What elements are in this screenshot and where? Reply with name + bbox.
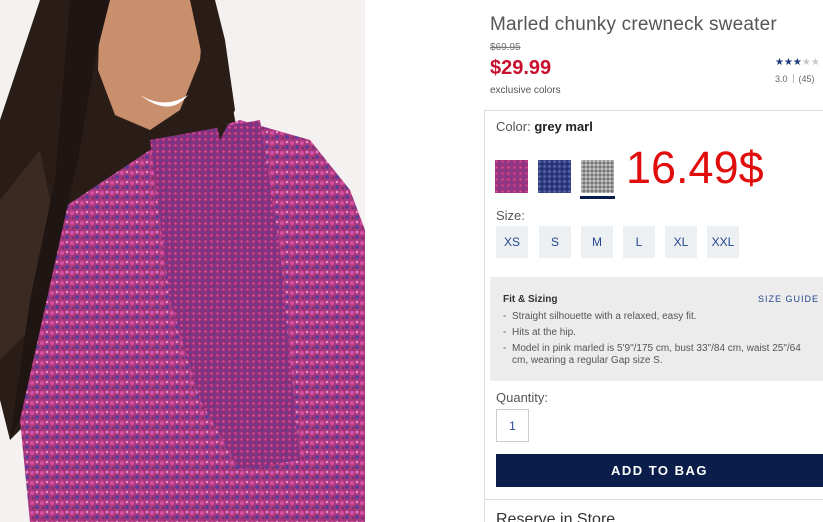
rating-widget[interactable]: ★★★★★ 3.0 (45) [775,57,823,85]
quantity-label: Quantity: [496,390,549,405]
product-image [0,0,365,522]
price-annotation: 16.49$ [626,142,764,193]
divider [484,499,823,500]
color-label-text: Color: [496,119,531,134]
size-guide-link[interactable]: SIZE GUIDE [758,294,819,304]
original-price: $69.95 [490,42,521,53]
list-item: Model in pink marled is 5'9"/175 cm, bus… [503,343,803,367]
color-swatch-pink-marl[interactable] [495,160,528,193]
price-note: exclusive colors [490,85,561,96]
size-option-xl[interactable]: XL [665,226,697,258]
add-to-bag-button[interactable]: ADD TO BAG [496,454,823,487]
fit-details-list: Straight silhouette with a relaxed, easy… [503,311,803,371]
selected-color-name: grey marl [534,119,593,134]
divider [792,74,794,83]
quantity-selector[interactable]: 1 [496,409,529,442]
reserve-in-store-heading[interactable]: Reserve in Store [496,511,615,522]
product-title: Marled chunky crewneck sweater [490,14,777,35]
color-label: Color: grey marl [496,119,593,134]
size-option-m[interactable]: M [581,226,613,258]
size-option-xxl[interactable]: XXL [707,226,739,258]
sale-price: $29.99 [490,57,552,79]
size-option-xs[interactable]: XS [496,226,528,258]
size-option-s[interactable]: S [539,226,571,258]
color-swatch-grey-marl[interactable] [580,160,615,199]
review-count[interactable]: (45) [799,74,815,84]
star-rating-icon: ★★★★★ [775,57,820,68]
size-option-l[interactable]: L [623,226,655,258]
list-item: Straight silhouette with a relaxed, easy… [503,311,803,323]
fit-and-sizing-panel: Fit & Sizing SIZE GUIDE Straight silhoue… [490,277,823,381]
fit-title: Fit & Sizing [503,294,558,305]
size-label: Size: [496,208,525,223]
list-item: Hits at the hip. [503,327,803,339]
color-swatch-blue-marl[interactable] [538,160,571,193]
rating-score: 3.0 [775,74,788,84]
